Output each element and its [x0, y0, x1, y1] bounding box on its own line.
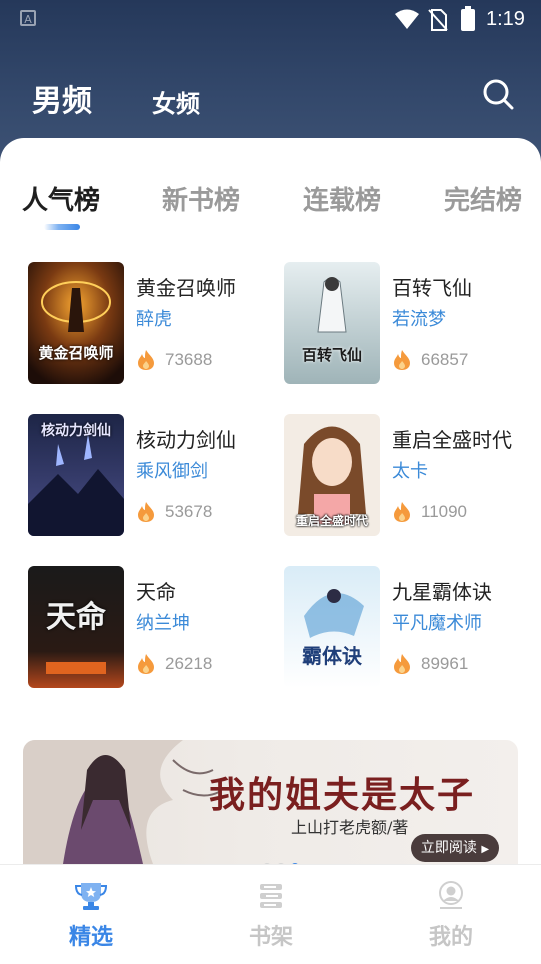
play-arrow-icon: ▶ [481, 844, 490, 855]
book-author: 纳兰坤 [136, 613, 190, 634]
book-card[interactable]: 霸体诀 九星霸体诀 平凡魔术师 89961 [284, 566, 524, 688]
tab-serial[interactable]: 连载榜 [303, 180, 381, 217]
fire-icon [138, 502, 154, 522]
tab-completed[interactable]: 完结榜 [444, 180, 522, 217]
book-card[interactable]: 核动力剑仙 核动力剑仙 乘风御剑 53678 [28, 414, 268, 536]
book-cover: 黄金召唤师 [28, 262, 124, 384]
book-card[interactable]: 黄金召唤师 黄金召唤师 醉虎 73688 [28, 262, 268, 384]
tab-new[interactable]: 新书榜 [162, 180, 240, 217]
popularity-count: 11090 [421, 502, 468, 521]
book-title: 九星霸体诀 [392, 580, 492, 604]
popularity-count: 66857 [421, 350, 469, 369]
book-title: 重启全盛时代 [392, 428, 512, 452]
read-now-button[interactable]: 立即阅读 ▶ [411, 834, 499, 862]
fire-icon [394, 502, 410, 522]
nav-bookshelf-label: 书架 [248, 924, 293, 950]
promo-banner[interactable]: 我的姐夫是太子 上山打老虎额/著 立即阅读 ▶ [23, 740, 518, 864]
status-time: 1:19 [486, 8, 525, 30]
banner-illustration [23, 740, 220, 864]
cover-title: 天命 [46, 600, 106, 635]
cover-title: 黄金召唤师 [38, 344, 114, 362]
fire-icon [138, 350, 154, 370]
tab-male[interactable]: 男频 [32, 76, 92, 120]
battery-icon [461, 6, 475, 31]
notification-icon: A [20, 10, 36, 26]
profile-icon [439, 881, 463, 909]
nav-bookshelf[interactable]: 书架 [226, 881, 316, 951]
popularity-count: 89961 [421, 654, 469, 673]
no-sim-icon [428, 9, 448, 31]
cover-title: 百转飞仙 [301, 346, 362, 364]
cover-title: 霸体诀 [302, 644, 362, 668]
tab-indicator [44, 224, 80, 230]
book-cover: 天命 [28, 566, 124, 688]
read-now-label: 立即阅读 [420, 840, 477, 856]
book-author: 平凡魔术师 [392, 613, 482, 634]
book-cover: 核动力剑仙 [28, 414, 124, 536]
book-author: 醉虎 [136, 309, 172, 330]
tab-popular[interactable]: 人气榜 [22, 180, 100, 217]
carousel-dots [263, 856, 305, 864]
nav-profile[interactable]: 我的 [406, 881, 496, 951]
status-bar: A 1:19 [0, 0, 541, 40]
nav-featured-label: 精选 [68, 924, 113, 950]
book-card[interactable]: 重启全盛时代 重启全盛时代 太卡 11090 [284, 414, 524, 536]
bottom-nav: 精选 书架 我的 [0, 864, 541, 964]
book-title: 天命 [136, 580, 176, 604]
popularity-count: 26218 [165, 654, 213, 673]
book-author: 若流梦 [392, 309, 446, 330]
nav-profile-label: 我的 [428, 924, 473, 950]
book-author: 太卡 [392, 461, 428, 482]
book-cover: 霸体诀 [284, 566, 380, 688]
book-cover: 重启全盛时代 [284, 414, 380, 536]
search-icon[interactable] [480, 76, 516, 112]
nav-featured[interactable]: 精选 [46, 881, 136, 951]
book-author: 乘风御剑 [136, 461, 208, 482]
fire-icon [394, 350, 410, 370]
fire-icon [138, 654, 154, 674]
tab-female[interactable]: 女频 [152, 84, 200, 119]
fire-icon [394, 654, 410, 674]
bookshelf-icon [260, 884, 282, 908]
banner-title: 我的姐夫是太子 [209, 774, 476, 816]
banner-subtitle: 上山打老虎额/著 [291, 818, 409, 837]
cover-title: 重启全盛时代 [295, 514, 368, 528]
book-card[interactable]: 百转飞仙 百转飞仙 若流梦 66857 [284, 262, 524, 384]
popularity-count: 73688 [165, 350, 213, 369]
cover-title: 核动力剑仙 [41, 423, 111, 439]
popularity-count: 53678 [165, 502, 213, 521]
book-cover: 百转飞仙 [284, 262, 380, 384]
trophy-icon [74, 883, 108, 910]
book-card[interactable]: 天命 天命 纳兰坤 26218 [28, 566, 268, 688]
book-title: 核动力剑仙 [136, 428, 236, 452]
book-title: 百转飞仙 [392, 276, 472, 300]
wifi-icon [395, 9, 419, 29]
book-title: 黄金召唤师 [136, 276, 236, 300]
ranking-panel: 人气榜 新书榜 连载榜 完结榜 黄金召唤师 黄金召唤师 醉虎 73688 百转飞… [0, 138, 541, 864]
